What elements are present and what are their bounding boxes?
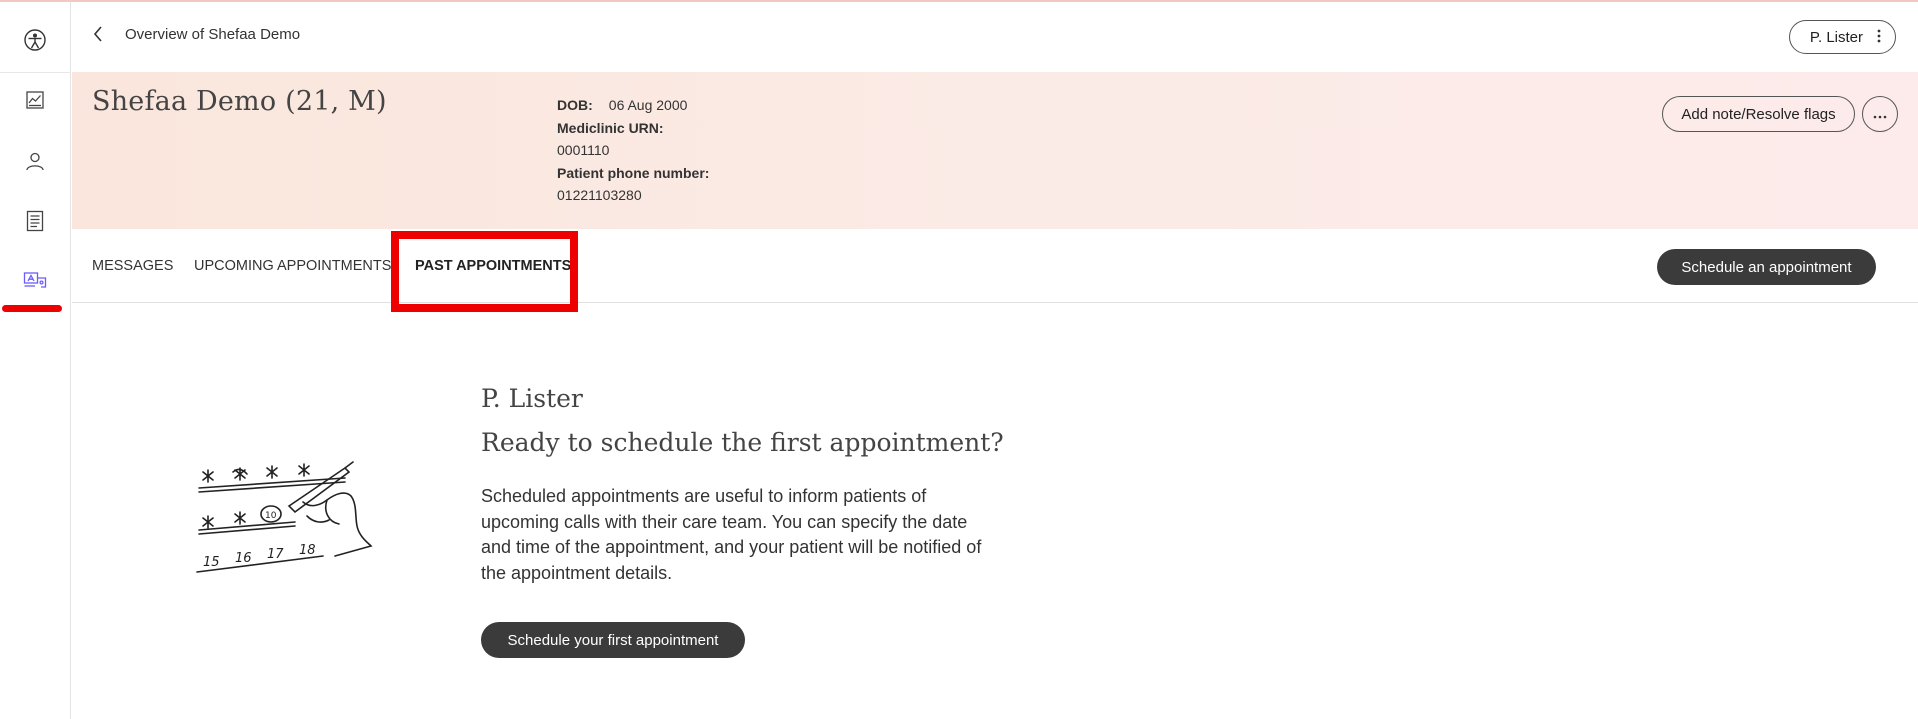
illustration-marks: 10: [196, 461, 373, 573]
app-logo-icon[interactable]: [20, 25, 50, 55]
tab-messages[interactable]: MESSAGES: [92, 258, 173, 274]
svg-text:10: 10: [265, 511, 277, 521]
more-vertical-icon: [1877, 29, 1881, 45]
illustration-numbers: 15 16 17 18: [203, 543, 316, 570]
person-icon: [24, 150, 46, 177]
svg-text:16: 16: [235, 551, 252, 566]
active-nav-indicator: [2, 305, 62, 312]
add-note-resolve-flags-button[interactable]: Add note/Resolve flags: [1662, 96, 1855, 132]
sidebar-item-chart[interactable]: [18, 85, 52, 119]
user-name: P. Lister: [1809, 28, 1863, 46]
svg-text:17: 17: [267, 547, 284, 562]
more-options-button[interactable]: [1862, 96, 1898, 132]
empty-state-user-name: P. Lister: [481, 384, 583, 413]
svg-text:15: 15: [203, 555, 220, 570]
schedule-first-appointment-button[interactable]: Schedule your first appointment: [481, 622, 745, 658]
tab-upcoming-appointments[interactable]: UPCOMING APPOINTMENTS: [194, 258, 391, 274]
back-button[interactable]: [86, 22, 110, 50]
empty-state-description: Scheduled appointments are useful to inf…: [481, 486, 982, 583]
phone-label: Patient phone number:: [557, 164, 710, 181]
more-horizontal-icon: [1873, 106, 1887, 123]
patient-info: DOB: 06 Aug 2000 Mediclinic URN: 0001110 …: [557, 94, 709, 207]
tab-bar: MESSAGES UPCOMING APPOINTMENTS PAST APPO…: [72, 229, 1918, 303]
user-menu-button[interactable]: P. Lister: [1788, 20, 1896, 54]
chevron-left-icon: [92, 25, 104, 48]
chart-icon: [25, 90, 45, 115]
sidebar-divider: [0, 72, 71, 73]
dob-label: DOB:: [557, 97, 593, 113]
dob-value: 06 Aug 2000: [608, 97, 688, 113]
patient-header: Shefaa Demo (21, M) DOB: 06 Aug 2000 Medi…: [72, 72, 1918, 229]
calendar-hand-illustration: 10 15 16 17 18: [195, 450, 405, 585]
urn-label: Mediclinic URN:: [557, 119, 664, 136]
svg-text:18: 18: [299, 543, 316, 558]
sidebar: [0, 2, 71, 719]
patient-name: Shefaa Demo (21, M): [92, 86, 387, 117]
tab-past-appointments[interactable]: PAST APPOINTMENTS: [415, 258, 571, 274]
top-header: Overview of Shefaa Demo P. Lister: [72, 2, 1918, 72]
appointments-icon: [23, 271, 47, 296]
phone-value: 01221103280: [557, 187, 642, 203]
schedule-appointment-button[interactable]: Schedule an appointment: [1657, 249, 1876, 285]
sidebar-item-profile[interactable]: [18, 146, 52, 180]
sidebar-item-notes[interactable]: [18, 206, 52, 240]
document-icon: [26, 210, 44, 237]
empty-state-title: Ready to schedule the first appointment?: [481, 428, 1004, 457]
urn-value: 0001110: [557, 142, 610, 158]
sidebar-item-appointments[interactable]: [18, 266, 52, 300]
breadcrumb: Overview of Shefaa Demo: [125, 26, 301, 43]
